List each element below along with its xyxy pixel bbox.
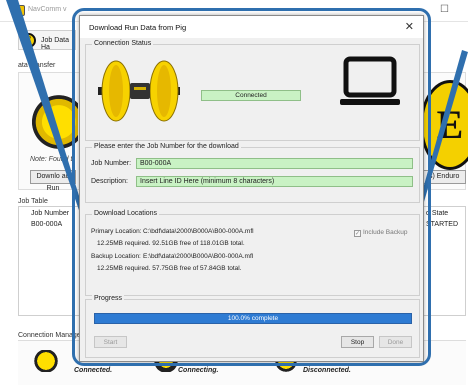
app-window-title: NavComm v [28, 6, 67, 13]
job-number-column-header[interactable]: Job Number [31, 210, 69, 217]
state-column-header[interactable]: d State [426, 210, 448, 217]
connection-status-indicator: Connected [201, 90, 301, 101]
start-button[interactable]: Start [94, 336, 127, 348]
job-number-group: Please enter the Job Number for the down… [85, 143, 420, 203]
stop-button[interactable]: Stop [341, 336, 374, 348]
dialog-title-bar: Download Run Data from Pig ✕ [80, 16, 423, 38]
app-icon [14, 5, 25, 16]
close-icon[interactable]: ✕ [405, 20, 414, 33]
connection-status-group: Connection Status Connected [85, 40, 420, 141]
job-number-input[interactable]: B00-000A [136, 158, 413, 169]
note-text: Note: Found t [30, 156, 73, 163]
backup-location-path[interactable]: E:\bdf\data\2000\B000A\B00-000A.mfl [143, 253, 253, 260]
laptop-icon [340, 56, 400, 105]
enduro-button[interactable]: (s) Enduro [420, 170, 466, 184]
connection-manager-heading: Connection Manager [18, 332, 83, 339]
progress-legend: Progress [92, 295, 125, 302]
job-table-heading: Job Table [18, 198, 48, 205]
download-progress-bar: 100.0% complete [94, 313, 412, 324]
download-locations-legend: Download Locations [92, 210, 160, 217]
tab-job-data[interactable]: E Job Data Ha [18, 30, 76, 51]
checkmark-icon: ✓ [354, 230, 361, 237]
pig-icon [30, 92, 78, 152]
pig-device-icon [98, 60, 180, 122]
backup-location-label: Backup Location: [91, 253, 141, 260]
minimize-icon[interactable]: – [416, 4, 422, 15]
data-transfer-heading: ata Transfer [18, 62, 56, 69]
connected-status-text: Connected. [74, 367, 113, 374]
connecting-status-text: Connecting. [178, 367, 219, 374]
description-label: Description: [91, 178, 128, 185]
primary-location-label: Primary Location: [91, 228, 142, 235]
connected-pig-icon [30, 350, 62, 372]
description-input[interactable]: Insert Line ID Here (minimum 8 character… [136, 176, 413, 187]
dialog-title: Download Run Data from Pig [89, 23, 187, 32]
progress-group: Progress 100.0% complete Start Stop Done [85, 295, 420, 358]
download-locations-group: Download Locations Primary Location: C:\… [85, 210, 420, 296]
tab-label: Job Data Ha [41, 37, 70, 51]
job-state-cell[interactable]: STARTED [426, 221, 458, 228]
download-run-data-dialog: Download Run Data from Pig ✕ Connection … [79, 15, 424, 362]
connection-status-legend: Connection Status [92, 40, 154, 47]
primary-location-path[interactable]: C:\bdf\data\2000\B000A\B00-000A.mfl [143, 228, 254, 235]
job-number-label: Job Number: [91, 160, 132, 167]
backup-space-info: 12.25MB required. 57.75GB free of 57.84G… [97, 265, 242, 272]
download-run-button[interactable]: Downlo ad Run [30, 170, 76, 192]
job-number-cell[interactable]: B00-000A [31, 221, 62, 228]
job-number-legend: Please enter the Job Number for the down… [92, 143, 241, 150]
disconnected-status-text: Disconnected. [303, 367, 351, 374]
include-backup-checkbox[interactable]: ✓ Include Backup [354, 229, 407, 237]
primary-space-info: 12.25MB required. 92.51GB free of 118.01… [97, 240, 245, 247]
maximize-icon[interactable]: ☐ [440, 4, 449, 15]
done-button[interactable]: Done [379, 336, 412, 348]
include-backup-label: Include Backup [363, 229, 408, 236]
enduro-logo-icon: E [21, 33, 36, 48]
